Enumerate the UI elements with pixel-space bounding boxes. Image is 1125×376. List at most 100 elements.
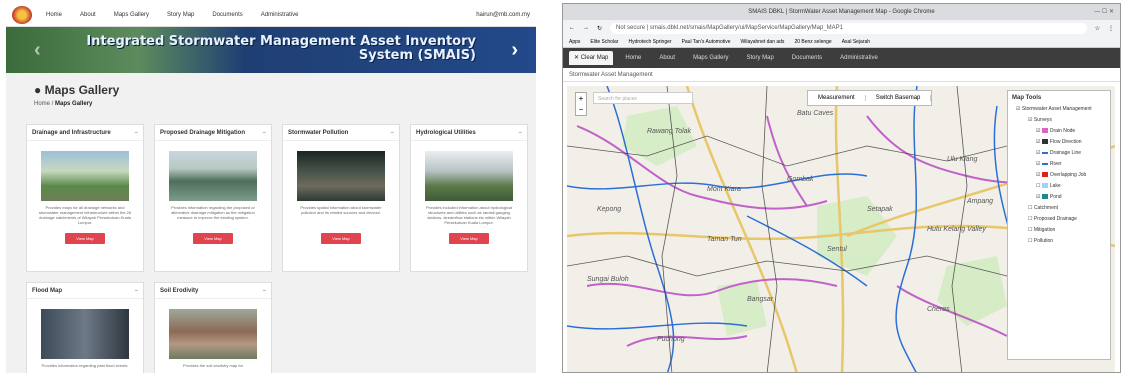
layer-item[interactable]: ☑ Stormwater Asset Management [1012, 106, 1106, 112]
place-label: Batu Caves [797, 110, 834, 117]
card-flood-map: Flood Map – Provides information regardin… [26, 282, 144, 373]
legend-swatch [1041, 139, 1048, 145]
bookmark-item[interactable]: Wilayahnet dan ads [741, 39, 785, 45]
card-title: Soil Erodivity [160, 287, 199, 294]
nav-administrative[interactable]: Administrative [261, 12, 299, 18]
nav-documents[interactable]: Documents [212, 12, 242, 18]
card-description: Provides maps for all drainage networks … [38, 205, 132, 225]
reload-icon[interactable]: ↻ [597, 25, 602, 32]
window-title: SMAIS DBKL | StormWater Asset Management… [748, 9, 935, 15]
nav-story-map[interactable]: Story Map [746, 55, 773, 61]
nav-maps-gallery[interactable]: Maps Gallery [693, 55, 728, 61]
card-thumbnail [297, 151, 385, 201]
card-pollution: Stormwater Pollution – Provides spatial i… [282, 124, 400, 272]
place-label: Puchong [657, 336, 685, 343]
carousel-next-icon[interactable]: › [511, 39, 518, 62]
place-label: Ulu Klang [947, 156, 978, 163]
url-field[interactable]: Not secure | smais.dbkl.net/smais/MapGal… [610, 22, 1087, 34]
collapse-icon[interactable]: – [263, 288, 266, 294]
map-frame: Stormwater Asset Management Rawang Tolak… [563, 68, 1120, 372]
nav-maps-gallery[interactable]: Maps Gallery [114, 12, 149, 18]
hero-banner: ‹ Integrated Stormwater Management Asset… [6, 27, 536, 73]
breadcrumb: Home / Maps Gallery [34, 101, 93, 107]
card-thumbnail [169, 151, 257, 201]
layer-item[interactable]: ☑ Overlapping Job [1012, 172, 1106, 178]
nav-story-map[interactable]: Story Map [167, 12, 194, 18]
view-map-button[interactable]: View Map [65, 233, 105, 244]
collapse-icon[interactable]: – [263, 130, 266, 136]
collapse-icon[interactable]: – [391, 130, 394, 136]
bookmark-item[interactable]: Apps [569, 39, 580, 45]
bookmark-item[interactable]: 20 Benz selenge [794, 39, 831, 45]
user-account[interactable]: hairun@mb.com.my [476, 12, 530, 18]
carousel-prev-icon[interactable]: ‹ [34, 39, 41, 62]
card-thumbnail [41, 309, 129, 359]
card-title: Proposed Drainage Mitigation [160, 129, 246, 136]
map-canvas[interactable]: Rawang Tolak Batu Caves Gombak Ulu Klang… [567, 86, 1115, 372]
layer-item[interactable]: ☐ Lake [1012, 183, 1106, 189]
place-label: Sungai Buloh [587, 276, 629, 283]
card-hydrological: Hydrological Utilities – Provides include… [410, 124, 528, 272]
legend-swatch [1041, 162, 1048, 165]
place-label: Kepong [597, 206, 622, 213]
card-description: Provides spatial information about storm… [300, 205, 382, 215]
forward-icon[interactable]: → [583, 25, 589, 31]
layer-item[interactable]: ☐ Proposed Drainage [1012, 216, 1106, 222]
window-controls[interactable]: — ☐ ✕ [1094, 4, 1114, 20]
switch-basemap-button[interactable]: Switch Basemap [866, 95, 932, 101]
collapse-icon[interactable]: – [135, 130, 138, 136]
layer-item[interactable]: ☐ Catchment [1012, 205, 1106, 211]
back-icon[interactable]: ← [569, 25, 575, 31]
nav-documents[interactable]: Documents [792, 55, 822, 61]
nav-home[interactable]: Home [46, 12, 62, 18]
nav-administrative[interactable]: Administrative [840, 55, 878, 61]
nav-about[interactable]: About [659, 55, 675, 61]
layer-item[interactable]: ☑ Drainage Line [1012, 150, 1106, 156]
crumb-home[interactable]: Home [34, 101, 50, 107]
place-label: Cheras [927, 306, 950, 313]
collapse-icon[interactable]: – [519, 130, 522, 136]
layer-item[interactable]: ☐ Pollution [1012, 238, 1106, 244]
bookmarks-bar: Apps Elite Scholar Hydrotech Springer Pa… [563, 36, 1120, 48]
bookmark-item[interactable]: Hydrotech Springer [628, 39, 671, 45]
card-description: Provides included information about hydr… [425, 205, 513, 225]
layer-item[interactable]: ☐ Mitigation [1012, 227, 1106, 233]
card-description: Provides information regarding past floo… [41, 363, 129, 368]
layer-item[interactable]: ☑ Pond [1012, 194, 1106, 200]
dbkl-logo [12, 5, 32, 24]
crumb-current: Maps Gallery [55, 101, 93, 107]
nav-about[interactable]: About [80, 12, 96, 18]
legend-swatch [1041, 194, 1048, 200]
view-map-button[interactable]: View Map [449, 233, 489, 244]
legend-swatch [1041, 128, 1048, 134]
view-map-button[interactable]: View Map [193, 233, 233, 244]
nav-home[interactable]: Home [625, 55, 641, 61]
smais-map-screenshot: SMAIS DBKL | StormWater Asset Management… [562, 3, 1121, 373]
bookmark-item[interactable]: Asal Sejarah [842, 39, 870, 45]
gallery-header: ● Maps Gallery Home / Maps Gallery [6, 73, 536, 107]
layer-item[interactable]: ☑ River [1012, 161, 1106, 167]
layer-item[interactable]: ☑ Surveys [1012, 117, 1106, 123]
bookmark-item[interactable]: Elite Scholar [590, 39, 618, 45]
map-tools-panel: Map Tools ☑ Stormwater Asset Management … [1007, 90, 1111, 360]
measurement-button[interactable]: Measurement [808, 95, 866, 101]
star-icon[interactable]: ☆ [1095, 25, 1100, 32]
card-thumbnail [41, 151, 129, 201]
layer-item[interactable]: ☑ Drain Node [1012, 128, 1106, 134]
map-tools-title: Map Tools [1012, 95, 1042, 101]
zoom-control[interactable]: + − [575, 92, 587, 116]
place-label: Hulu Kelang Valley [927, 226, 986, 233]
bookmark-item[interactable]: Paul Tan's Automotive [682, 39, 731, 45]
view-map-button[interactable]: View Map [321, 233, 361, 244]
layer-item[interactable]: ☑ Flow Direction [1012, 139, 1106, 145]
card-title: Drainage and Infrastructure [32, 129, 111, 136]
window-titlebar: SMAIS DBKL | StormWater Asset Management… [563, 4, 1120, 20]
tab-clear-map[interactable]: ✕ Clear Map [569, 51, 614, 65]
map-toolbar: Measurement Switch Basemap [807, 90, 933, 106]
banner-title: Integrated Stormwater Management Asset I… [86, 34, 476, 63]
menu-icon[interactable]: ⋮ [1108, 25, 1114, 32]
card-thumbnail [425, 151, 513, 201]
card-soil-erodivity: Soil Erodivity – Provides the soil erodiv… [154, 282, 272, 373]
map-search-input[interactable]: Search for places [593, 92, 693, 104]
collapse-icon[interactable]: – [135, 288, 138, 294]
